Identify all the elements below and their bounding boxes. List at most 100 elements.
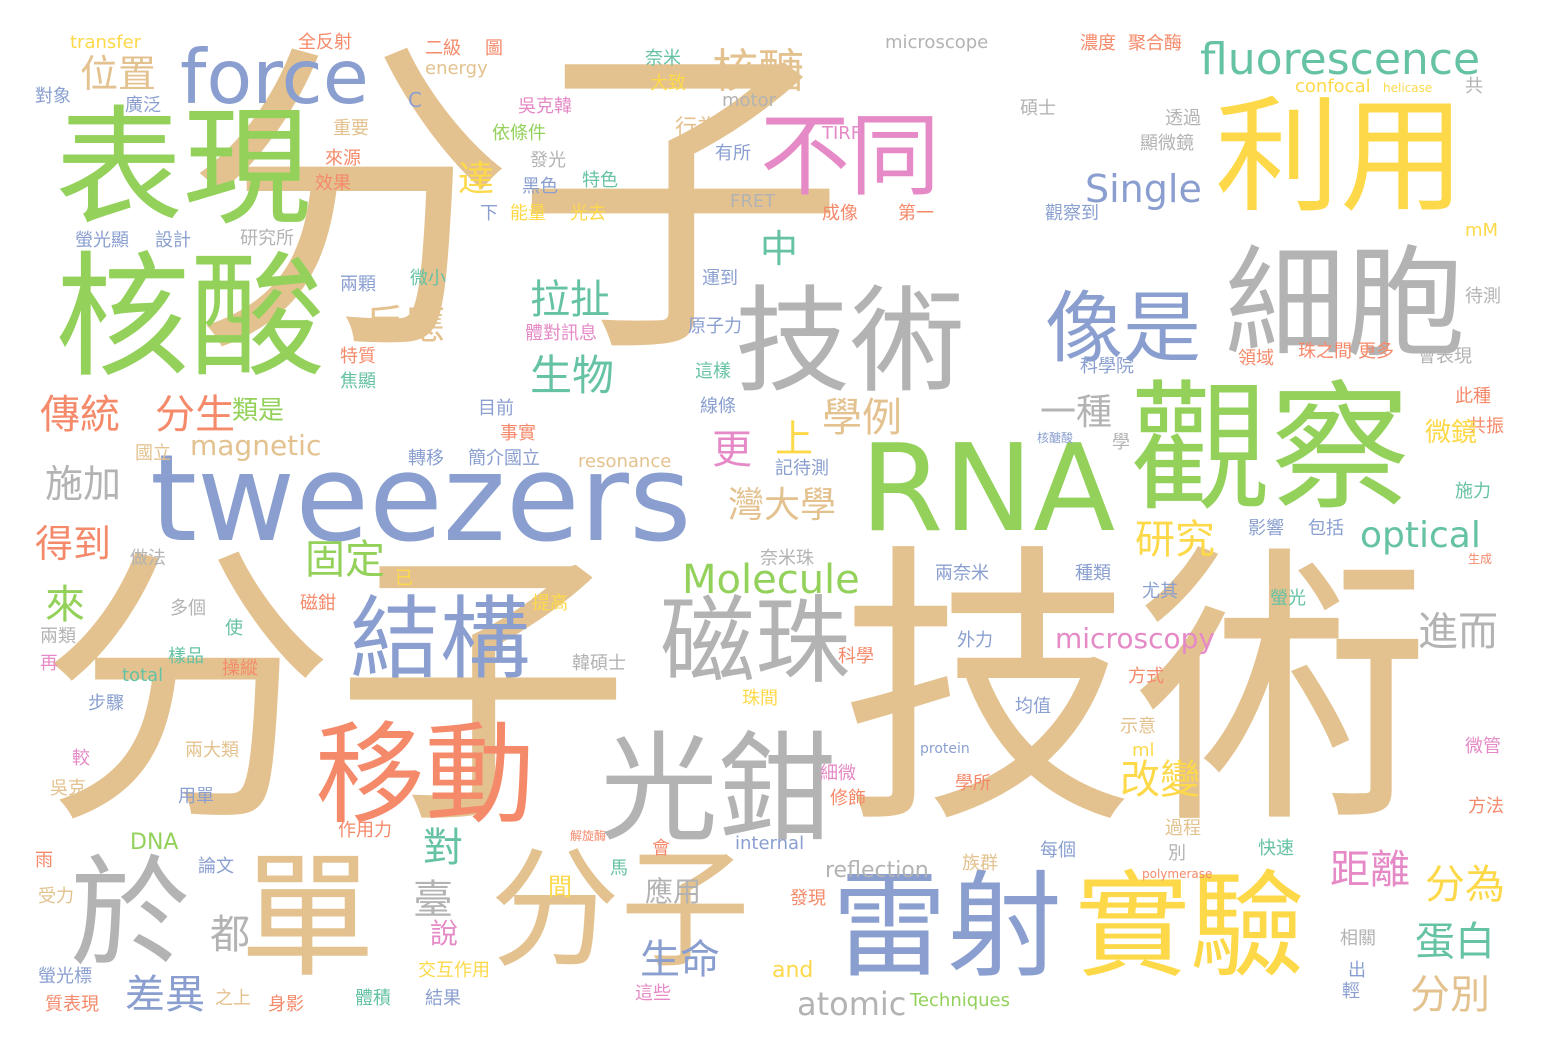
word-fanying: 反應 [365, 302, 445, 348]
word-jiaohuzuoyong: 交互作用 [418, 960, 490, 981]
word-danbai: 蛋白 [1415, 919, 1495, 965]
word-youqi: 尤其 [1142, 581, 1178, 602]
word-zhuzhijian: 珠之間 [1298, 341, 1352, 362]
word-zuoyongli: 作用力 [338, 820, 392, 841]
word-jiegou: 結構 [350, 587, 530, 692]
word-reflection: reflection [825, 858, 929, 883]
word-yi: 已 [395, 568, 413, 589]
word-buzhou: 步驟 [88, 693, 124, 714]
word-xia: 下 [480, 203, 498, 224]
word-lache: 拉扯 [530, 277, 610, 323]
word-zhexie: 這些 [635, 983, 671, 1004]
word-ml: ml [1132, 740, 1155, 761]
word-dazhi: 大致 [650, 73, 686, 94]
word-kexueyuan: 科學院 [1080, 356, 1134, 377]
word-daice: 待測 [1465, 286, 1501, 307]
word-lingyu: 領域 [1238, 348, 1274, 369]
word-xiwei: 細微 [820, 763, 856, 784]
word-cizhu: 磁珠 [660, 587, 851, 697]
word-quanfanshe: 全反射 [298, 32, 352, 53]
word-yingguangbiao: 螢光標 [38, 966, 92, 987]
word-dan: 單 [240, 839, 375, 996]
word-waili: 外力 [957, 630, 993, 651]
word-resonance: resonance [578, 451, 672, 472]
word-kexue: 科學 [838, 646, 874, 667]
word-guding: 固定 [305, 537, 385, 583]
word-zhishang: 之上 [215, 988, 251, 1009]
word-hanshuoshi: 韓碩士 [572, 653, 626, 674]
word-guanchadao: 觀察到 [1045, 203, 1099, 224]
word-optical: optical [1360, 515, 1481, 556]
word-shuo: 說 [430, 917, 459, 950]
word-tezhi: 特質 [340, 346, 376, 367]
word-guangfan: 廣泛 [125, 95, 161, 116]
word-guancha: 觀察 [1130, 368, 1411, 531]
word-helicase: helicase [1383, 81, 1433, 95]
word-jiao: 較 [72, 748, 90, 769]
word-shuoshi: 碩士 [1020, 98, 1056, 119]
word-shengming: 生命 [640, 937, 720, 983]
word-jieguo: 結果 [425, 988, 461, 1009]
word-weiguan: 微管 [1465, 736, 1501, 757]
word-sheji: 設計 [155, 230, 191, 251]
word-chu: 出 [1348, 960, 1366, 981]
word-bie: 別 [1168, 843, 1186, 864]
word-cloud: 分子 分子 技術 tweezers 觀察 RNA 技術 表現 核酸 利用 細胞 … [0, 0, 1548, 1052]
word-shiyi: 示意 [1120, 716, 1156, 737]
word-yingxiang: 影響 [1248, 518, 1284, 539]
word-muqian: 目前 [478, 398, 514, 419]
word-energy: energy [425, 58, 488, 79]
word-leishi: 類是 [232, 396, 285, 426]
word-fangshi: 方式 [1128, 666, 1164, 687]
word-shijia: 施加 [45, 462, 122, 506]
word-diyi: 第一 [898, 203, 934, 224]
word-dna: DNA [130, 830, 179, 855]
word-erji: 二級 [425, 38, 461, 59]
word-fenbie: 分別 [1410, 972, 1490, 1018]
word-jidaice: 記待測 [775, 458, 829, 479]
word-biaoxian: 表現 [55, 94, 312, 243]
word-cizhong: 此種 [1455, 386, 1491, 407]
word-huibiaoxian: 會表現 [1418, 346, 1472, 367]
word-yundao: 運到 [702, 268, 738, 289]
word-juli2: 距離 [1330, 847, 1410, 893]
word-mm: mM [1465, 220, 1499, 241]
word-zhujian: 珠間 [742, 688, 778, 709]
word-microscope: microscope [885, 32, 989, 53]
word-duixiang: 對象 [35, 86, 71, 107]
word-fret: FRET [730, 191, 776, 212]
word-xingwei: 行為 [675, 116, 720, 141]
word-lai: 來 [45, 582, 85, 628]
word-dui: 對 [423, 825, 463, 871]
word-namizhu: 奈米珠 [760, 548, 814, 569]
word-xianweijing: 顯微鏡 [1140, 133, 1194, 154]
word-yousuo: 有所 [715, 143, 751, 164]
word-zuofa: 做法 [130, 548, 166, 569]
word-shishi: 事實 [500, 423, 536, 444]
word-liangnami: 兩奈米 [935, 563, 989, 584]
word-yitiaojian: 依條件 [492, 123, 546, 144]
word-yu: 於 [70, 845, 190, 984]
word-yidong: 移動 [315, 711, 535, 839]
word-tese: 特色 [582, 170, 618, 191]
word-da: 達 [458, 159, 495, 200]
word-liangke: 兩顆 [340, 274, 376, 295]
word-ma: 馬 [610, 858, 628, 879]
word-dou: 都 [210, 912, 250, 958]
word-zheyang: 這樣 [695, 361, 731, 382]
word-leishe: 雷射 [832, 860, 1063, 994]
word-faxian: 發現 [790, 888, 826, 909]
word-shengcheng: 生成 [1468, 552, 1493, 566]
word-xiaoguo: 效果 [315, 173, 351, 194]
word-rna: RNA [860, 420, 1116, 559]
word-techniques: Techniques [910, 990, 1011, 1011]
word-nengliang: 能量 [510, 203, 546, 224]
word-wandaxue: 灣大學 [728, 485, 837, 526]
word-polymerase: polymerase [1142, 867, 1213, 881]
word-total: total [122, 665, 164, 686]
word-zai: 再 [40, 653, 58, 674]
word-shiyan: 實驗 [1075, 860, 1306, 994]
word-and: and [772, 958, 814, 983]
word-tiduixunxi: 體對訊息 [525, 323, 597, 344]
word-yongdan: 用單 [178, 786, 214, 807]
